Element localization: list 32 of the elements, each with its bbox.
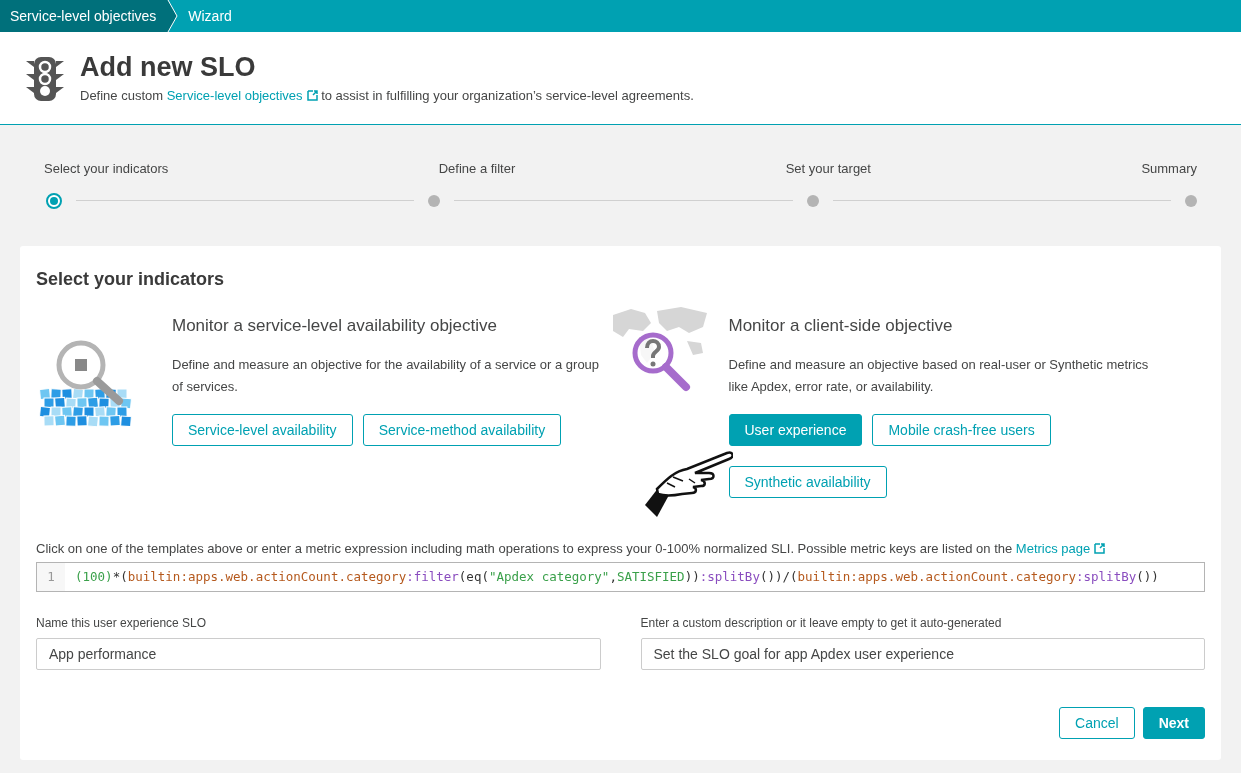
objective-description: Define and measure an objective for the availability of a service or a group of services. xyxy=(172,356,601,396)
step-label: Define a filter xyxy=(438,160,516,178)
page-description: Define custom Service-level objectives to assist in fulfilling your organization’s service-level agreements. xyxy=(80,87,694,105)
next-button[interactable]: Next xyxy=(1142,707,1205,739)
section-title: Select your indicators xyxy=(36,267,226,291)
objective-description: Define and measure an objective based on real-user or Synthetic metrics like Apdex, error rate, or availability. xyxy=(728,356,1150,396)
text-input[interactable]: App performance xyxy=(36,638,601,670)
page-title: Add new SLO xyxy=(80,51,257,84)
template-button[interactable]: User experience xyxy=(728,414,863,446)
step-label: Set your target xyxy=(785,160,871,178)
docs-link[interactable]: Service-level objectives xyxy=(166,88,318,103)
objective-title: Monitor a client-side objective xyxy=(728,314,954,337)
template-button[interactable]: Mobile crash-free users xyxy=(872,414,1051,446)
external-link-icon xyxy=(1094,542,1106,554)
code-editor[interactable]: 1 (100)*(builtin:apps.web.actionCount.category:filter(eq("Apdex category",SATISFIED)):splitBy())/(builtin:apps.web.actionCount.category:splitBy()) xyxy=(36,562,1205,592)
objective-title: Monitor a service-level availability objective xyxy=(172,314,499,337)
external-link-icon xyxy=(306,90,318,101)
cancel-button[interactable]: Cancel xyxy=(1059,707,1135,739)
template-button[interactable]: Synthetic availability xyxy=(728,466,887,498)
question-mark-icon xyxy=(644,338,661,366)
metric-expression: (100)*(builtin:apps.web.actionCount.category:filter(eq("Apdex category",SATISFIED)):splitBy())/(builtin:apps.web.actionCount.category:splitBy()) xyxy=(74,567,1159,586)
expression-hint: Click on one of the templates above or enter a metric expression including math operations to express your 0-100% normalized SLI. Possible metric keys are listed on the Metrics page xyxy=(36,538,1205,558)
step-label: Select your indicators xyxy=(44,160,169,178)
line-number: 1 xyxy=(37,563,65,591)
template-button[interactable]: Service-level availability xyxy=(172,414,353,446)
traffic-light-icon xyxy=(26,55,64,103)
field-label: Enter a custom description or it leave empty to get it auto-generated xyxy=(640,615,1003,632)
metrics-page-link[interactable]: Metrics page xyxy=(1015,540,1106,556)
field-label: Name this user experience SLO xyxy=(36,615,208,632)
template-button[interactable]: Service-method availability xyxy=(362,414,562,446)
text-input[interactable]: Set the SLO goal for app Apdex user experience xyxy=(640,638,1205,670)
step-label: Summary xyxy=(1141,160,1197,178)
